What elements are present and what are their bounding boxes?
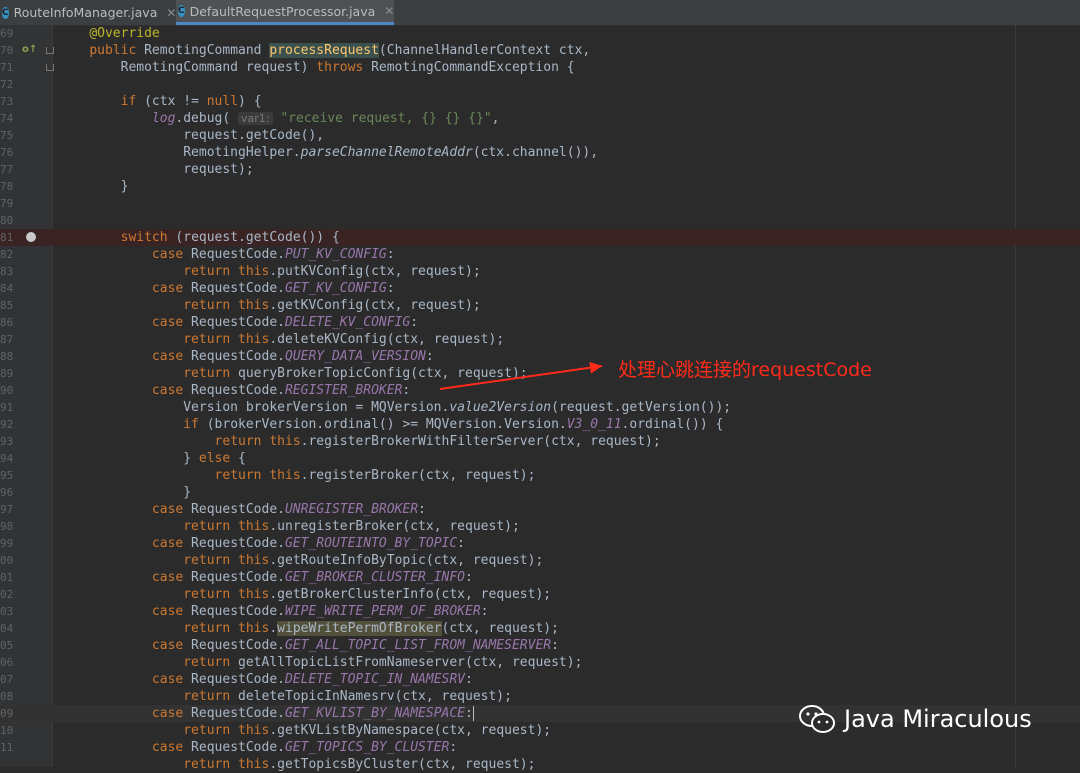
- fold-icon[interactable]: [46, 47, 54, 54]
- breakpoint-icon[interactable]: [26, 232, 36, 242]
- watermark-text: Java Miraculous: [844, 705, 1032, 733]
- annotation-arrow: [439, 361, 603, 390]
- override-icon[interactable]: o↑: [22, 44, 37, 55]
- fold-icon[interactable]: [46, 64, 54, 71]
- watermark: Java Miraculous: [798, 703, 1032, 735]
- annotation-label: 处理心跳连接的requestCode: [618, 359, 872, 381]
- wechat-icon: [799, 705, 835, 733]
